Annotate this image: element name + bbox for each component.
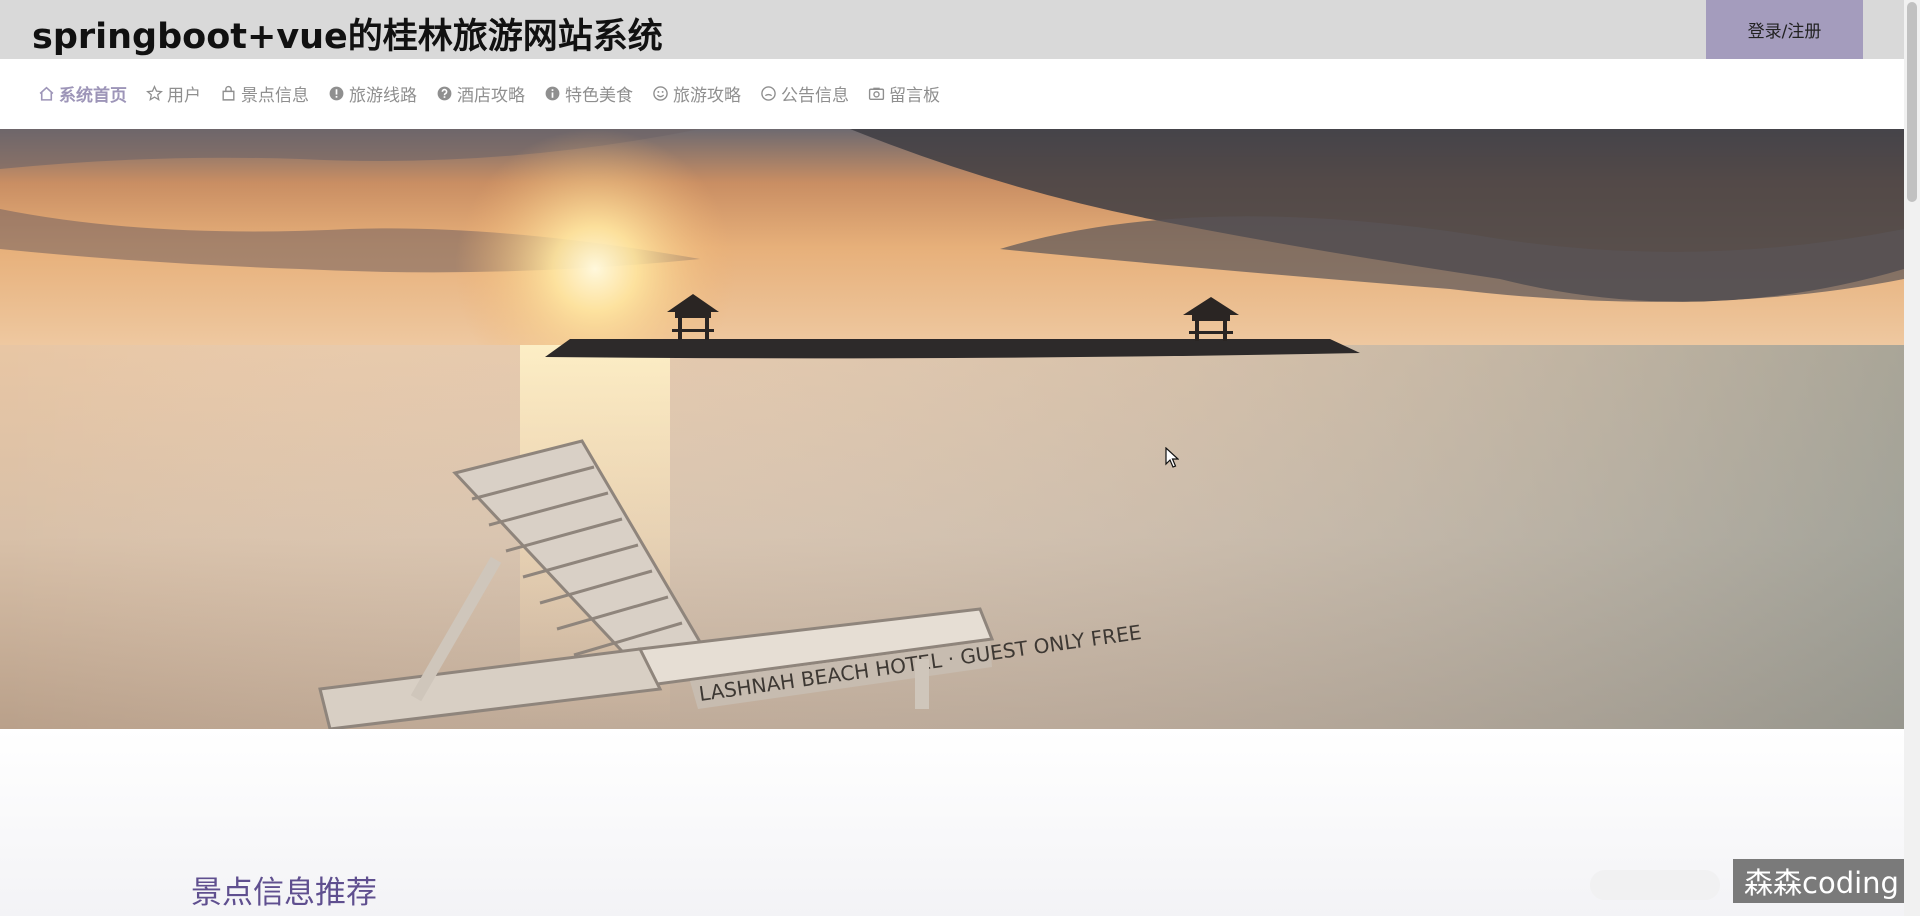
bag-icon <box>220 85 237 102</box>
nav-item-routes[interactable]: 旅游线路 <box>328 81 417 106</box>
nav-item-attractions[interactable]: 景点信息 <box>220 81 309 106</box>
nav-item-label: 景点信息 <box>241 86 309 106</box>
hero-banner[interactable]: LASHNAH BEACH HOTEL · GUEST ONLY FREE <box>0 129 1904 729</box>
page: springboot+vue的桂林旅游网站系统 登录/注册 系统首页 用户 景点… <box>0 0 1920 916</box>
nav-item-user[interactable]: 用户 <box>146 81 201 106</box>
more-button[interactable] <box>1590 870 1720 900</box>
star-icon <box>146 85 163 102</box>
nav-item-label: 用户 <box>167 86 201 106</box>
nav-item-guides[interactable]: 旅游攻略 <box>652 81 741 106</box>
nav-item-hotels[interactable]: 酒店攻略 <box>436 81 525 106</box>
camera-icon <box>868 85 885 102</box>
question-icon <box>436 85 453 102</box>
home-icon <box>38 85 55 102</box>
top-header: springboot+vue的桂林旅游网站系统 登录/注册 <box>0 0 1904 59</box>
watermark: 森森coding <box>1733 859 1910 903</box>
nav-item-label: 旅游线路 <box>349 86 417 106</box>
page-scrollbar[interactable] <box>1904 0 1920 916</box>
banner-image: LASHNAH BEACH HOTEL · GUEST ONLY FREE <box>0 129 1904 729</box>
warning-icon <box>328 85 345 102</box>
nav-item-messages[interactable]: 留言板 <box>868 81 940 106</box>
mouse-cursor-icon <box>1165 447 1179 468</box>
nav-item-label: 酒店攻略 <box>457 86 525 106</box>
scrollbar-thumb[interactable] <box>1907 2 1917 202</box>
section-title: 景点信息推荐 <box>191 875 377 911</box>
nav-item-label: 留言板 <box>889 86 940 106</box>
nav-item-home[interactable]: 系统首页 <box>38 81 127 106</box>
login-register-button[interactable]: 登录/注册 <box>1706 0 1863 59</box>
nav-item-label: 系统首页 <box>59 86 127 106</box>
info-icon <box>544 85 561 102</box>
nav-item-notices[interactable]: 公告信息 <box>760 81 849 106</box>
nav-item-food[interactable]: 特色美食 <box>544 81 633 106</box>
site-title: springboot+vue的桂林旅游网站系统 <box>32 17 663 57</box>
nav-item-label: 特色美食 <box>565 86 633 106</box>
nav-list: 系统首页 用户 景点信息 旅游线路 酒店攻略 特色美食 旅游攻略 公告信息 留言… <box>38 81 959 106</box>
nav-item-label: 旅游攻略 <box>673 86 741 106</box>
face-icon <box>760 85 777 102</box>
nav-item-label: 公告信息 <box>781 86 849 106</box>
main-nav: 系统首页 用户 景点信息 旅游线路 酒店攻略 特色美食 旅游攻略 公告信息 留言… <box>0 59 1904 129</box>
smile-icon <box>652 85 669 102</box>
